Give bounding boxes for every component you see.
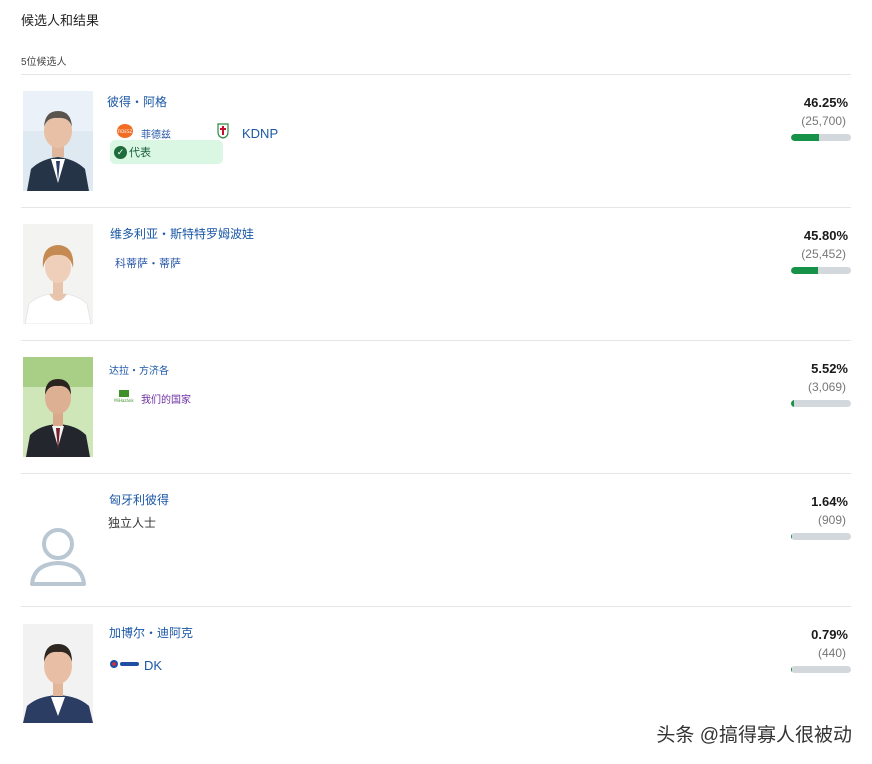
vote-count: (3,069) xyxy=(807,380,846,394)
dk-logo xyxy=(110,656,140,674)
candidate-photo xyxy=(23,624,93,723)
vote-count: (25,452) xyxy=(801,247,846,261)
candidate-row: 匈牙利彼得 独立人士 1.64% (909) xyxy=(0,473,872,606)
candidate-name[interactable]: 匈牙利彼得 xyxy=(109,491,169,508)
candidate-count: 5位候选人 xyxy=(21,57,67,68)
vote-percent: 45.80% xyxy=(803,228,848,243)
candidate-row: 彼得・阿格 FIDESZ 菲德兹 KDNP ✓ 代表 46.25% (25,70… xyxy=(0,74,872,207)
mi-hazank-logo: MiHazánk xyxy=(113,389,135,408)
candidate-photo xyxy=(23,91,93,191)
svg-text:FIDESZ: FIDESZ xyxy=(118,129,133,134)
vote-share-bar xyxy=(791,134,851,141)
vote-share-fill xyxy=(791,666,792,673)
elected-badge: ✓ 代表 xyxy=(110,140,223,164)
candidate-row: 维多利亚・斯特特罗姆波娃 科蒂萨・蒂萨 45.80% (25,452) xyxy=(0,207,872,340)
candidate-photo xyxy=(23,357,93,457)
party-label: 科蒂萨・蒂萨 xyxy=(115,258,181,270)
vote-count: (25,700) xyxy=(801,114,846,128)
party-kdnp[interactable]: KDNP xyxy=(217,123,278,144)
watermark: 头条 @搞得寡人很被动 xyxy=(656,725,852,746)
candidate-name[interactable]: 彼得・阿格 xyxy=(107,93,167,110)
avatar-placeholder-icon xyxy=(23,490,93,590)
party-mi-hazank[interactable]: MiHazánk 我们的国家 xyxy=(113,389,191,408)
candidate-name[interactable]: 维多利亚・斯特特罗姆波娃 xyxy=(110,225,254,242)
party-label: KDNP xyxy=(242,126,279,141)
party-dk[interactable]: DK xyxy=(110,656,162,674)
vote-share-bar xyxy=(791,400,851,407)
vote-percent: 1.64% xyxy=(811,494,848,509)
vote-share-fill xyxy=(791,400,795,407)
vote-share-fill xyxy=(791,533,792,540)
section-title: 候选人和结果 xyxy=(21,13,100,28)
vote-share-bar xyxy=(791,267,851,274)
vote-share-bar xyxy=(791,533,851,540)
candidate-row: 达拉・方济各 MiHazánk 我们的国家 5.52% (3,069) xyxy=(0,340,872,473)
party-label: 独立人士 xyxy=(108,516,157,530)
candidate-name[interactable]: 加博尔・迪阿克 xyxy=(109,624,193,641)
check-icon: ✓ xyxy=(114,145,127,159)
vote-percent: 0.79% xyxy=(811,627,848,642)
vote-share-fill xyxy=(791,267,819,274)
vote-percent: 5.52% xyxy=(811,361,848,376)
svg-text:MiHazánk: MiHazánk xyxy=(114,398,134,403)
vote-percent: 46.25% xyxy=(803,95,848,110)
party-label: 菲德兹 xyxy=(141,130,171,141)
vote-count: (909) xyxy=(817,513,846,527)
elected-badge-label: 代表 xyxy=(129,147,151,159)
party-label: DK xyxy=(144,657,163,673)
party-tisza[interactable]: 科蒂萨・蒂萨 xyxy=(115,255,181,271)
vote-count: (440) xyxy=(817,646,846,660)
candidate-name[interactable]: 达拉・方济各 xyxy=(109,362,169,377)
party-label: 我们的国家 xyxy=(141,395,191,406)
candidate-photo xyxy=(23,224,93,324)
vote-share-bar xyxy=(791,666,851,673)
party-independent: 独立人士 xyxy=(108,514,156,531)
vote-share-fill xyxy=(791,134,819,141)
